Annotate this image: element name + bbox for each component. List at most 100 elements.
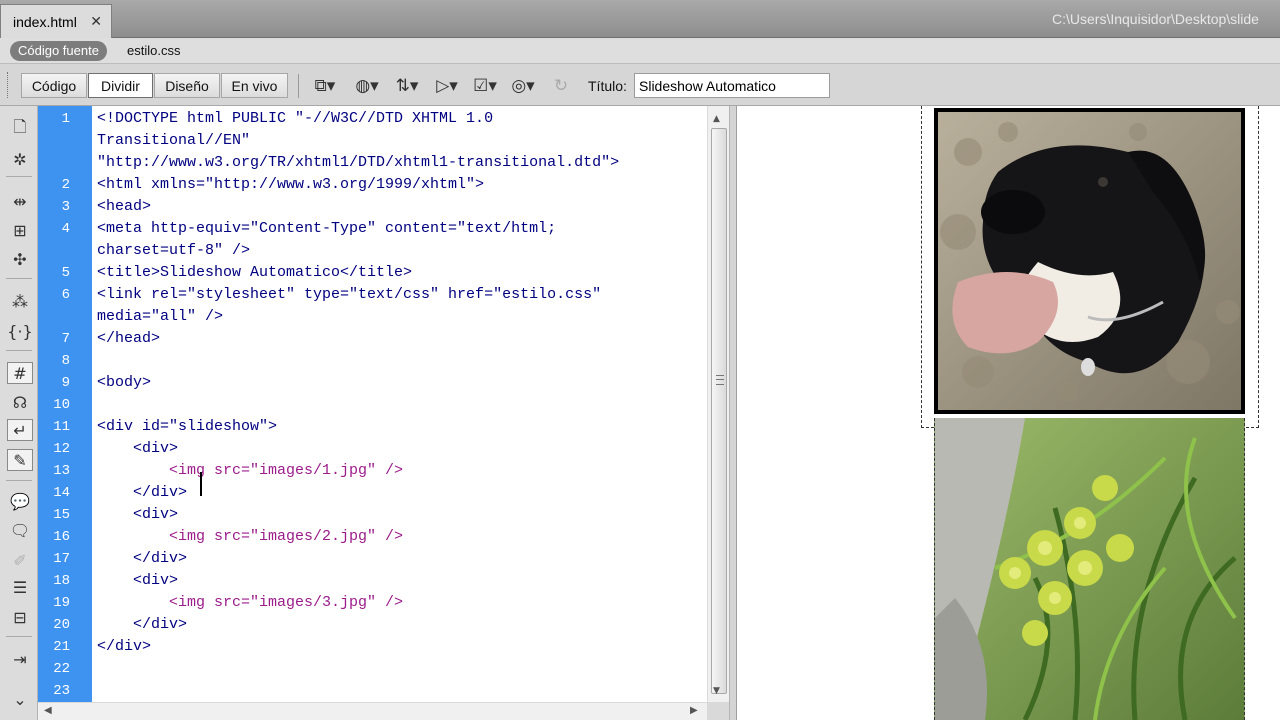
syntax-coloring-icon[interactable]: ✎ — [7, 449, 33, 471]
move-css-icon[interactable]: ⊟ — [7, 606, 33, 628]
scroll-thumb[interactable] — [711, 128, 727, 694]
code-line: </div> — [97, 638, 152, 655]
code-line: <html xmlns="http://www.w3.org/1999/xhtm… — [97, 176, 485, 193]
design-view-button[interactable]: Diseño — [154, 73, 220, 98]
expand-all-icon[interactable]: ✣ — [7, 248, 33, 270]
code-line-img: <img src="images/3.jpg" /> — [97, 594, 404, 611]
code-line: <div> — [97, 506, 179, 523]
document-tab-bar: index.html ✕ C:\Users\Inquisidor\Desktop… — [0, 0, 1280, 38]
split-view-button[interactable]: Dividir — [88, 73, 153, 98]
file-management-icon[interactable]: ⇅▾ — [392, 75, 422, 97]
split-divider[interactable] — [729, 106, 737, 720]
scroll-right-arrow-icon[interactable]: ▶ — [690, 705, 698, 716]
dreamweaver-window: index.html ✕ C:\Users\Inquisidor\Desktop… — [0, 0, 1280, 720]
side-separator — [6, 636, 32, 637]
apply-comment-icon[interactable]: 💬 — [7, 490, 33, 512]
scroll-left-arrow-icon[interactable]: ◀ — [44, 705, 52, 716]
refresh-icon[interactable]: ↻ — [546, 75, 576, 97]
word-wrap-icon[interactable]: ↵ — [7, 419, 33, 441]
source-code-button[interactable]: Código fuente — [10, 41, 107, 61]
code-line: charset=utf-8" /> — [97, 242, 251, 259]
line-number: 5 — [61, 265, 70, 281]
document-tab-index-html[interactable]: index.html ✕ — [0, 4, 112, 38]
code-line: Transitional//EN" — [97, 132, 251, 149]
inspect-icon[interactable]: ▷▾ — [432, 75, 462, 97]
code-line: </div> — [97, 484, 188, 501]
code-line: <div id="slideshow"> — [97, 418, 278, 435]
design-view[interactable] — [737, 106, 1280, 720]
line-number: 4 — [61, 221, 70, 237]
coding-toolbar: 🗋 ✲ ⇹ ⊞ ✣ ⁂ {·} # ☊ ↵ ✎ 💬 🗨 ✐ ☰ ⊟ ⇥ ⌄ — [0, 106, 38, 720]
code-view-button[interactable]: Código — [21, 73, 87, 98]
dog-photo — [938, 112, 1241, 410]
line-number: 15 — [53, 507, 70, 523]
code-horizontal-scrollbar[interactable]: ◀ ▶ — [38, 702, 707, 720]
code-line-img: <img src="images/2.jpg" /> — [97, 528, 404, 545]
select-parent-tag-icon[interactable]: ⁂ — [7, 290, 33, 312]
validation-icon[interactable]: ☑▾ — [470, 75, 500, 97]
wrap-tag-icon[interactable]: ✐ — [7, 549, 33, 571]
title-label: Título: — [588, 78, 627, 94]
highlight-invalid-code-icon[interactable]: ☊ — [7, 391, 33, 413]
scroll-down-arrow-icon[interactable]: ▼ — [713, 686, 720, 696]
recent-snippets-icon[interactable]: ☰ — [7, 576, 33, 598]
line-number: 10 — [53, 397, 70, 413]
code-vertical-scrollbar[interactable]: ▲ ▼ — [707, 106, 729, 702]
live-view-button[interactable]: En vivo — [221, 73, 288, 98]
line-numbers-icon[interactable]: # — [7, 362, 33, 384]
line-number: 12 — [53, 441, 70, 457]
collapse-full-tag-icon[interactable]: ⇹ — [7, 190, 33, 212]
line-number: 2 — [61, 177, 70, 193]
related-file-estilo-css[interactable]: estilo.css — [127, 43, 180, 58]
visual-aids-icon[interactable]: ◎▾ — [508, 75, 538, 97]
line-number: 19 — [53, 595, 70, 611]
code-line: media="all" /> — [97, 308, 224, 325]
code-line: <link rel="stylesheet" type="text/css" h… — [97, 286, 602, 303]
side-separator — [6, 176, 32, 177]
line-number: 8 — [61, 353, 70, 369]
collapse-selection-icon[interactable]: ⊞ — [7, 219, 33, 241]
code-line-img: <img src="images/1.jpg" /> — [97, 462, 404, 479]
side-separator — [6, 480, 32, 481]
scroll-grip-icon — [716, 375, 724, 385]
line-number: 6 — [61, 287, 70, 303]
code-line: <title>Slideshow Automatico</title> — [97, 264, 413, 281]
line-number-gutter: 1 2 3 4 5 6 7 8 9 10 11 12 13 14 15 16 1… — [38, 106, 92, 702]
show-code-navigator-icon[interactable]: ✲ — [7, 148, 33, 170]
code-line: </head> — [97, 330, 161, 347]
remove-comment-icon[interactable]: 🗨 — [7, 519, 33, 541]
line-number: 14 — [53, 485, 70, 501]
text-cursor — [200, 472, 202, 496]
preview-browser-icon[interactable]: ◍▾ — [352, 75, 382, 97]
side-separator — [6, 350, 32, 351]
document-toolbar: Código Dividir Diseño En vivo ⧉▾ ◍▾ ⇅▾ ▷… — [0, 64, 1280, 106]
page-title-field[interactable] — [634, 73, 830, 98]
related-files-bar: Código fuente estilo.css — [0, 38, 1280, 64]
line-number: 21 — [53, 639, 70, 655]
code-line: <!DOCTYPE html PUBLIC "-//W3C//DTD XHTML… — [97, 110, 494, 127]
code-line: <head> — [97, 198, 152, 215]
slideshow-image-2[interactable] — [934, 418, 1245, 720]
open-documents-icon[interactable]: 🗋 — [7, 117, 33, 140]
close-tab-icon[interactable]: ✕ — [90, 13, 102, 30]
code-line: </div> — [97, 616, 188, 633]
line-number: 18 — [53, 573, 70, 589]
line-number: 1 — [61, 111, 70, 127]
code-line: <div> — [97, 572, 179, 589]
scroll-up-arrow-icon[interactable]: ▲ — [713, 114, 720, 124]
side-separator — [6, 278, 32, 279]
line-number: 17 — [53, 551, 70, 567]
code-line: "http://www.w3.org/TR/xhtml1/DTD/xhtml1-… — [97, 154, 620, 171]
more-tools-chevron-icon[interactable]: ⌄ — [7, 688, 33, 710]
indent-code-icon[interactable]: ⇥ — [7, 648, 33, 670]
multiscreen-icon[interactable]: ⧉▾ — [310, 75, 340, 97]
slideshow-image-1[interactable] — [934, 108, 1245, 414]
line-number: 9 — [61, 375, 70, 391]
code-editor[interactable]: <!DOCTYPE html PUBLIC "-//W3C//DTD XHTML… — [92, 106, 707, 702]
file-path: C:\Users\Inquisidor\Desktop\slide — [1052, 11, 1259, 27]
toolbar-separator — [298, 74, 299, 98]
document-tab-label: index.html — [13, 13, 77, 30]
toolbar-grip[interactable] — [7, 72, 10, 98]
balance-braces-icon[interactable]: {·} — [7, 320, 33, 342]
line-number: 13 — [53, 463, 70, 479]
